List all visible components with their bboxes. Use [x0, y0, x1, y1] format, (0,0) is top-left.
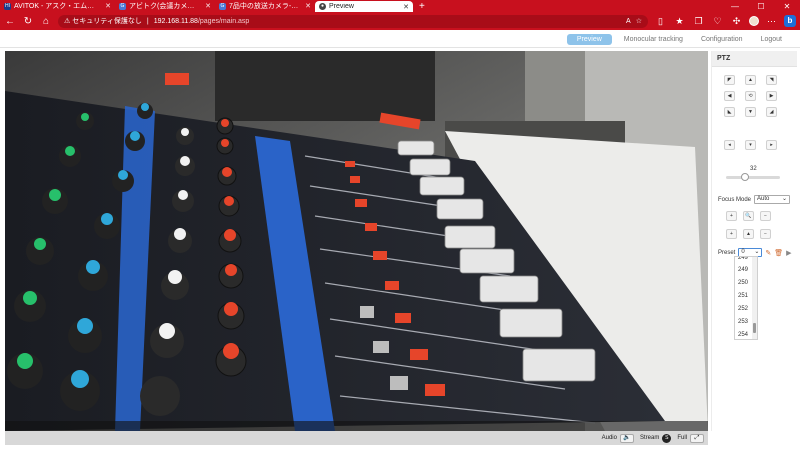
warning-icon: ⚠	[64, 18, 71, 25]
copilot-icon[interactable]: b	[784, 15, 796, 27]
zoom-icon: 🔍	[743, 211, 754, 221]
preset-dropdown-list[interactable]: 249 249 250 251 252 253 254	[734, 256, 758, 340]
minimize-icon[interactable]: —	[722, 0, 748, 12]
tilt-up-button[interactable]: ▲	[745, 75, 756, 85]
reload-icon[interactable]: ↻	[22, 16, 34, 27]
scroll-thumb[interactable]	[753, 323, 756, 333]
split-screen-icon[interactable]: ▯	[654, 16, 667, 27]
fullscreen-icon[interactable]: ⤢	[690, 433, 704, 443]
pan-right-button[interactable]: ▶	[766, 91, 777, 101]
focus-icon: ▲	[743, 229, 754, 239]
ptz-extra-left-button[interactable]: ◂	[724, 140, 735, 150]
favorites-icon[interactable]: ★	[673, 16, 686, 27]
close-tab-icon[interactable]: ✕	[403, 3, 409, 11]
profile-avatar[interactable]	[749, 16, 759, 26]
chevron-down-icon: ⌄	[781, 196, 788, 202]
pan-up-right-button[interactable]: ◥	[766, 75, 777, 85]
focus-mode-row: Focus Mode Auto ⌄	[718, 195, 791, 204]
delete-preset-icon[interactable]: 🗑	[774, 249, 783, 257]
tilt-down-button[interactable]: ▼	[745, 107, 756, 117]
camera-feed-image	[5, 51, 708, 431]
stream-toggle-icon[interactable]: S	[662, 433, 672, 443]
edit-preset-icon[interactable]: ✎	[765, 249, 771, 257]
browser-tab-1[interactable]: G アビトク(会議カメラ, 教育用カメラ, ライ ✕	[115, 0, 215, 12]
preset-value: 0	[741, 249, 745, 255]
tab-title: Preview	[329, 3, 354, 10]
close-window-icon[interactable]: ✕	[774, 0, 800, 12]
performance-icon[interactable]: ♡	[711, 16, 724, 27]
preset-list-scrollbar[interactable]	[752, 257, 757, 339]
browser-tab-2[interactable]: G 7品中の放送カメラ-VH429 - NDI - web ✕	[215, 0, 315, 12]
ptz-direction-pad: ◤ ▲ ◥ ◀ ⟲ ▶ ◣ ▼ ◢	[724, 75, 777, 117]
stream-label: Stream	[639, 435, 660, 441]
pan-up-left-button[interactable]: ◤	[724, 75, 735, 85]
zoom-in-button[interactable]: +	[726, 211, 737, 221]
tab-title: AVITOK - アスク・エムイー（ASK M）	[14, 3, 100, 10]
tab-favicon-icon: G	[119, 2, 126, 10]
more-menu-icon[interactable]: ⋯	[765, 16, 778, 27]
fullscreen-control: Full ⤢	[677, 433, 704, 443]
close-tab-icon[interactable]: ✕	[105, 2, 111, 10]
focus-mode-label: Focus Mode	[718, 196, 752, 203]
ptz-extra-row: ◂ ▾ ▸	[724, 140, 777, 150]
stream-control: Stream S	[639, 433, 672, 443]
menu-preview[interactable]: Preview	[566, 34, 612, 45]
browser-tab-0[interactable]: HI AVITOK - アスク・エムイー（ASK M） ✕	[0, 0, 115, 12]
maximize-icon[interactable]: ☐	[748, 0, 774, 12]
favorite-star-icon[interactable]: ☆	[636, 17, 642, 25]
ptz-speed-slider[interactable]	[726, 173, 780, 181]
zoom-out-button[interactable]: −	[760, 211, 771, 221]
home-icon[interactable]: ⌂	[40, 16, 52, 27]
chevron-down-icon: ⌄	[754, 249, 760, 255]
ptz-extra-right-button[interactable]: ▸	[766, 140, 777, 150]
new-tab-button[interactable]: +	[413, 0, 431, 12]
menu-monocular-tracking[interactable]: Monocular tracking	[618, 35, 689, 44]
ptz-extra-mid-button[interactable]: ▾	[745, 140, 756, 150]
preset-label: Preset	[718, 249, 736, 256]
browser-tab-strip: HI AVITOK - アスク・エムイー（ASK M） ✕ G アビトク(会議カ…	[0, 0, 800, 12]
collections-icon[interactable]: ❐	[692, 16, 705, 27]
slider-knob[interactable]	[741, 173, 750, 181]
tab-favicon-icon: G	[219, 2, 226, 10]
app-header: Preview Monocular tracking Configuration…	[0, 30, 800, 48]
pan-down-left-button[interactable]: ◣	[724, 107, 735, 117]
focus-mode-value: Auto	[757, 196, 770, 202]
url-path: /pages/main.asp	[197, 17, 250, 25]
ptz-home-button[interactable]: ⟲	[745, 91, 756, 101]
full-label: Full	[677, 435, 687, 441]
audio-label: Audio	[601, 435, 617, 441]
goto-preset-icon[interactable]: ▶	[786, 249, 791, 257]
audio-control: Audio 🔈	[601, 433, 634, 443]
menu-configuration[interactable]: Configuration	[695, 35, 749, 44]
security-label: セキュリティ保護なし	[72, 18, 142, 25]
pan-left-button[interactable]: ◀	[724, 91, 735, 101]
audio-speaker-icon[interactable]: 🔈	[619, 433, 634, 443]
ptz-title: PTZ	[712, 51, 797, 67]
video-control-bar: Audio 🔈 Stream S Full ⤢	[5, 431, 708, 445]
tab-favicon-icon: ●	[319, 3, 326, 10]
close-tab-icon[interactable]: ✕	[305, 2, 311, 10]
video-preview[interactable]	[5, 51, 708, 431]
browser-tab-active[interactable]: ● Preview ✕	[315, 1, 413, 12]
main-menu: Preview Monocular tracking Configuration…	[566, 34, 788, 45]
tab-title: アビトク(会議カメラ, 教育用カメラ, ライ	[129, 3, 200, 10]
url-host: 192.168.11.88	[153, 17, 198, 25]
back-icon[interactable]: ←	[4, 16, 16, 27]
address-bar[interactable]: ⚠ セキュリティ保護なし | 192.168.11.88/pages/main.…	[58, 14, 648, 28]
tab-favicon-icon: HI	[4, 2, 11, 10]
focus-near-button[interactable]: +	[726, 229, 737, 239]
menu-logout[interactable]: Logout	[755, 35, 788, 44]
ptz-panel: PTZ ◤ ▲ ◥ ◀ ⟲ ▶ ◣ ▼ ◢ ◂ ▾ ▸ 32 Focus Mod…	[711, 51, 797, 431]
browser-toolbar: ← ↻ ⌂ ⚠ セキュリティ保護なし | 192.168.11.88/pages…	[0, 12, 800, 30]
extensions-icon[interactable]: ✣	[730, 16, 743, 27]
ptz-speed-value: 32	[750, 166, 757, 172]
focus-far-button[interactable]: −	[760, 229, 771, 239]
zoom-focus-controls: + 🔍 − + ▲ −	[726, 211, 771, 239]
pan-down-right-button[interactable]: ◢	[766, 107, 777, 117]
read-aloud-icon[interactable]: A	[626, 18, 631, 25]
security-indicator[interactable]: ⚠ セキュリティ保護なし	[64, 16, 142, 26]
close-tab-icon[interactable]: ✕	[205, 2, 211, 10]
tab-title: 7品中の放送カメラ-VH429 - NDI - web	[229, 3, 300, 10]
focus-mode-select[interactable]: Auto ⌄	[754, 195, 791, 204]
